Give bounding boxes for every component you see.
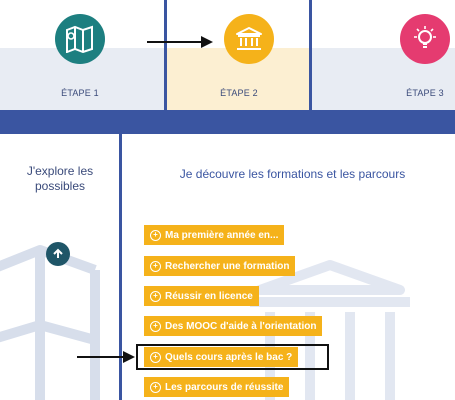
section-header-band bbox=[0, 110, 455, 134]
step-divider-1 bbox=[164, 0, 167, 110]
menu-item-reussir-licence[interactable]: + Réussir en licence bbox=[144, 286, 259, 306]
left-panel-title: J'explore les possibles bbox=[26, 164, 94, 193]
annotation-arrow-line-top bbox=[147, 41, 203, 43]
arrow-up-icon bbox=[53, 248, 63, 258]
menu-item-parcours-reussite[interactable]: + Les parcours de réussite bbox=[144, 377, 290, 397]
menu-item-label: Réussir en licence bbox=[165, 290, 253, 302]
step-divider-2 bbox=[309, 0, 312, 110]
annotation-arrow-head-bottom bbox=[123, 351, 135, 363]
step-3-label[interactable]: ÉTAPE 3 bbox=[370, 88, 455, 98]
plus-circle-icon: + bbox=[150, 229, 161, 241]
annotation-highlight-box bbox=[136, 344, 329, 370]
annotation-arrow-head-top bbox=[201, 36, 213, 48]
menu-item-mooc[interactable]: + Des MOOC d'aide à l'orientation bbox=[144, 316, 323, 336]
map-icon bbox=[66, 25, 93, 53]
step-2-button[interactable] bbox=[224, 14, 274, 64]
step-3-button[interactable] bbox=[400, 14, 450, 64]
plus-circle-icon: + bbox=[150, 290, 161, 302]
scroll-up-button[interactable] bbox=[46, 242, 70, 266]
right-panel-title: Je découvre les formations et les parcou… bbox=[179, 167, 406, 181]
annotation-arrow-line-bottom bbox=[77, 356, 125, 358]
plus-circle-icon: + bbox=[150, 260, 161, 272]
step-1-label[interactable]: ÉTAPE 1 bbox=[25, 88, 135, 98]
menu-item-label: Les parcours de réussite bbox=[165, 381, 284, 393]
menu-item-label: Ma première année en... bbox=[165, 229, 279, 241]
menu-item-premiere-annee[interactable]: + Ma première année en... bbox=[144, 225, 285, 245]
lightbulb-icon bbox=[414, 26, 436, 48]
step-2-label[interactable]: ÉTAPE 2 bbox=[184, 88, 294, 98]
step-1-button[interactable] bbox=[55, 14, 105, 64]
institution-icon bbox=[236, 27, 262, 50]
menu-item-label: Des MOOC d'aide à l'orientation bbox=[165, 320, 317, 332]
plus-circle-icon: + bbox=[150, 381, 161, 393]
menu-item-label: Rechercher une formation bbox=[165, 260, 290, 272]
plus-circle-icon: + bbox=[150, 320, 161, 332]
menu-item-rechercher-formation[interactable]: + Rechercher une formation bbox=[144, 256, 296, 276]
